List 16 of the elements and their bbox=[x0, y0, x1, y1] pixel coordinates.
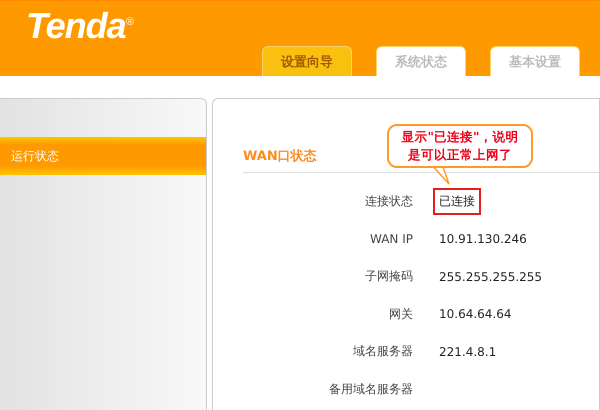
highlighted-value: 已连接 bbox=[433, 188, 481, 216]
field-label: 备用域名服务器 bbox=[328, 380, 413, 398]
field-label: 域名服务器 bbox=[352, 343, 413, 360]
field-label: 子网掩码 bbox=[364, 268, 413, 286]
field-value: 255.255.255.255 bbox=[439, 270, 542, 284]
field-label: 连接状态 bbox=[364, 193, 413, 210]
field-value: 221.4.8.1 bbox=[439, 344, 496, 359]
field-value: 10.64.64.64 bbox=[439, 307, 512, 322]
nav-tab[interactable]: 基本设置 bbox=[490, 46, 580, 76]
brand-logo: Tenda$^{®}$ bbox=[26, 5, 133, 47]
field-label: 网关 bbox=[388, 306, 413, 323]
nav-tab[interactable]: 系统状态 bbox=[376, 46, 466, 76]
field-label: WAN IP bbox=[369, 232, 413, 246]
nav-tab[interactable]: 设置向导 bbox=[262, 46, 352, 76]
field-value: 10.91.130.246 bbox=[439, 232, 527, 246]
sidebar-item[interactable]: 运行状态 bbox=[0, 137, 206, 175]
